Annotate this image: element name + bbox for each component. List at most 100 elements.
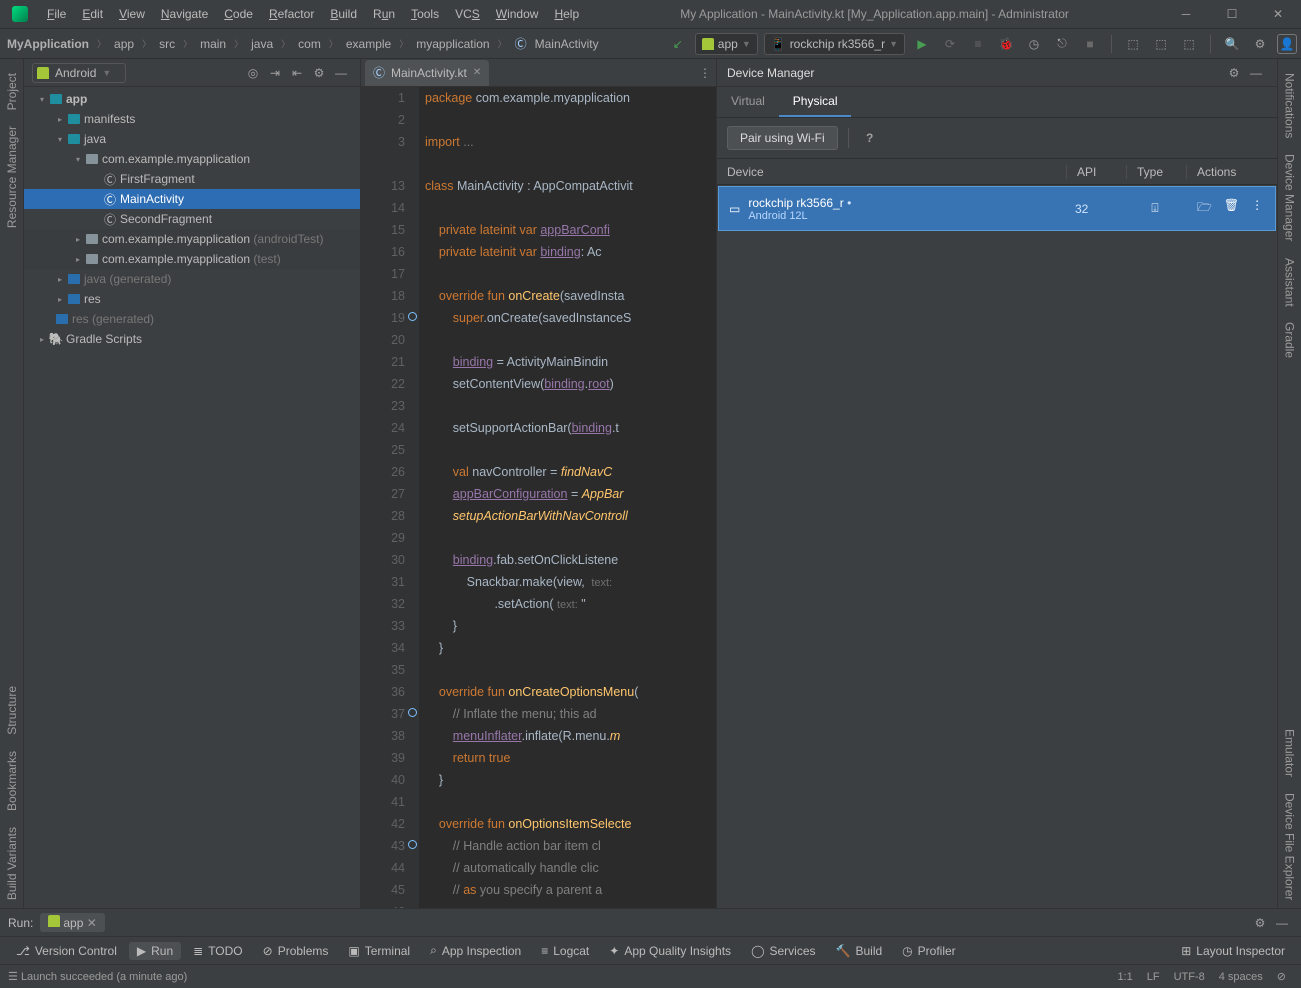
tree-node-java-gen[interactable]: java [84,272,106,286]
sidebar-tab-device-manager[interactable]: Device Manager [1280,146,1300,249]
maximize-button[interactable]: ☐ [1209,0,1255,29]
device-target-combo[interactable]: 📱 rockchip rk3566_r ▼ [764,33,905,55]
sidebar-tab-structure[interactable]: Structure [2,678,22,743]
project-tree[interactable]: ▾app ▸manifests ▾java ▾com.example.myapp… [24,87,360,908]
breadcrumb-item[interactable]: myapplication [413,36,492,52]
tree-node-gradle[interactable]: Gradle Scripts [66,332,142,346]
delete-icon[interactable]: 🗑 [1224,198,1239,219]
apply-changes-icon[interactable]: ⟳ [939,33,961,55]
bottom-tab-problems[interactable]: ⊘ Problems [255,942,337,960]
bottom-tab-build[interactable]: 🔨 Build [828,942,891,960]
breadcrumb-item[interactable]: MyApplication [4,36,92,52]
stop-button[interactable]: ■ [1079,33,1101,55]
menu-navigate[interactable]: Navigate [154,4,215,24]
expand-icon[interactable]: ⇥ [264,62,286,84]
debug-icon[interactable]: 🐞 [995,33,1017,55]
sidebar-tab-notifications[interactable]: Notifications [1280,65,1300,146]
breadcrumb-item[interactable]: java [248,36,276,52]
search-icon[interactable]: 🔍 [1221,33,1243,55]
tab-virtual[interactable]: Virtual [717,87,779,117]
menu-vcs[interactable]: VCS [448,4,487,24]
run-button[interactable]: ▶ [911,33,933,55]
device-table-header[interactable]: Device API Type Actions [717,159,1277,185]
run-config-combo[interactable]: app ▼ [695,33,758,55]
breadcrumb-item[interactable]: MainActivity [532,36,602,52]
tree-node-package[interactable]: com.example.myapplication [102,152,250,166]
sync-icon[interactable]: ↙ [667,33,689,55]
menu-tools[interactable]: Tools [404,4,446,24]
panel-settings-icon[interactable]: ⚙ [1249,912,1271,934]
menu-edit[interactable]: Edit [75,4,110,24]
caret-position[interactable]: 1:1 [1110,971,1139,983]
tree-node-res[interactable]: res [84,292,101,306]
tree-node-java[interactable]: java [84,132,106,146]
close-button[interactable]: ✕ [1255,0,1301,29]
breadcrumb-item[interactable]: com [295,36,324,52]
breadcrumb-item[interactable]: main [197,36,229,52]
update-icon[interactable]: ⬚ [1122,33,1144,55]
menu-file[interactable]: File [40,4,73,24]
bottom-tab-layout-inspector[interactable]: ⊞ Layout Inspector [1173,942,1293,960]
menu-build[interactable]: Build [323,4,364,24]
settings-icon[interactable]: ⚙ [1249,33,1271,55]
sidebar-tab-project[interactable]: Project [2,65,22,118]
inspections-icon[interactable]: ⊘ [1270,970,1293,983]
menu-code[interactable]: Code [217,4,260,24]
tree-node-res-gen[interactable]: res [72,312,89,326]
status-icon[interactable]: ☰ [8,970,18,983]
file-encoding[interactable]: UTF-8 [1167,971,1212,983]
menu-run[interactable]: Run [366,4,402,24]
tree-node-mainactivity[interactable]: MainActivity [120,192,184,206]
more-icon[interactable]: ⋮ [1251,198,1263,219]
breadcrumb-item[interactable]: example [343,36,394,52]
pair-wifi-button[interactable]: Pair using Wi-Fi [727,126,838,150]
breadcrumb-item[interactable]: src [156,36,178,52]
profiler-icon[interactable]: ◷ [1023,33,1045,55]
panel-hide-icon[interactable]: — [330,62,352,84]
sidebar-tab-resource-manager[interactable]: Resource Manager [2,118,22,236]
sidebar-tab-build-variants[interactable]: Build Variants [2,819,22,908]
sidebar-tab-device-file-explorer[interactable]: Device File Explorer [1280,785,1300,908]
menu-view[interactable]: View [112,4,152,24]
bottom-tab-run[interactable]: ▶ Run [129,942,181,960]
bottom-tab-logcat[interactable]: ≡ Logcat [533,942,597,960]
breadcrumb[interactable]: MyApplication〉 app〉 src〉 main〉 java〉 com… [4,34,602,53]
bottom-tab-profiler[interactable]: ◷ Profiler [894,942,964,960]
panel-settings-icon[interactable]: ⚙ [308,62,330,84]
tree-node-secondfragment[interactable]: SecondFragment [120,212,212,226]
tree-node-firstfragment[interactable]: FirstFragment [120,172,195,186]
bottom-tab-terminal[interactable]: ▣ Terminal [340,942,418,960]
sidebar-tab-assistant[interactable]: Assistant [1280,250,1300,315]
run-config-tab[interactable]: app ✕ [40,913,105,932]
tree-node-manifests[interactable]: manifests [84,112,135,126]
user-icon[interactable]: 👤 [1277,34,1297,54]
tree-node-package-test[interactable]: com.example.myapplication [102,252,250,266]
panel-hide-icon[interactable]: — [1245,62,1267,84]
bottom-tab-app-inspection[interactable]: ⌕ App Inspection [422,941,529,960]
breadcrumb-item[interactable]: app [111,36,137,52]
bottom-tab-services[interactable]: ◯ Services [743,942,823,960]
close-tab-icon[interactable]: ✕ [473,67,481,78]
help-icon[interactable]: ? [859,127,881,149]
attach-debugger-icon[interactable]: ⎋ [1051,33,1073,55]
minimize-button[interactable]: ─ [1163,0,1209,29]
device-row[interactable]: ▭ rockchip rk3566_r • Android 12L 32 ⍗ 🗁… [718,186,1276,231]
menu-help[interactable]: Help [547,4,586,24]
menu-refactor[interactable]: Refactor [262,4,321,24]
open-folder-icon[interactable]: 🗁 [1197,198,1212,219]
panel-settings-icon[interactable]: ⚙ [1223,62,1245,84]
tab-physical[interactable]: Physical [779,87,852,117]
tree-node-package-androidtest[interactable]: com.example.myapplication [102,232,250,246]
collapse-icon[interactable]: ⇤ [286,62,308,84]
avd-icon[interactable]: ⬚ [1150,33,1172,55]
coverage-icon[interactable]: ≡ [967,33,989,55]
sidebar-tab-emulator[interactable]: Emulator [1280,721,1300,785]
project-view-combo[interactable]: Android ▼ [32,63,126,83]
editor-gutter[interactable]: 1231314151617181920212223242526272829303… [361,87,419,908]
select-opened-icon[interactable]: ◎ [242,62,264,84]
sidebar-tab-gradle[interactable]: Gradle [1280,314,1300,366]
panel-hide-icon[interactable]: — [1271,912,1293,934]
line-separator[interactable]: LF [1140,971,1167,983]
indent-setting[interactable]: 4 spaces [1212,971,1270,983]
bottom-tab-vcs[interactable]: ⎇ Version Control [8,942,125,960]
